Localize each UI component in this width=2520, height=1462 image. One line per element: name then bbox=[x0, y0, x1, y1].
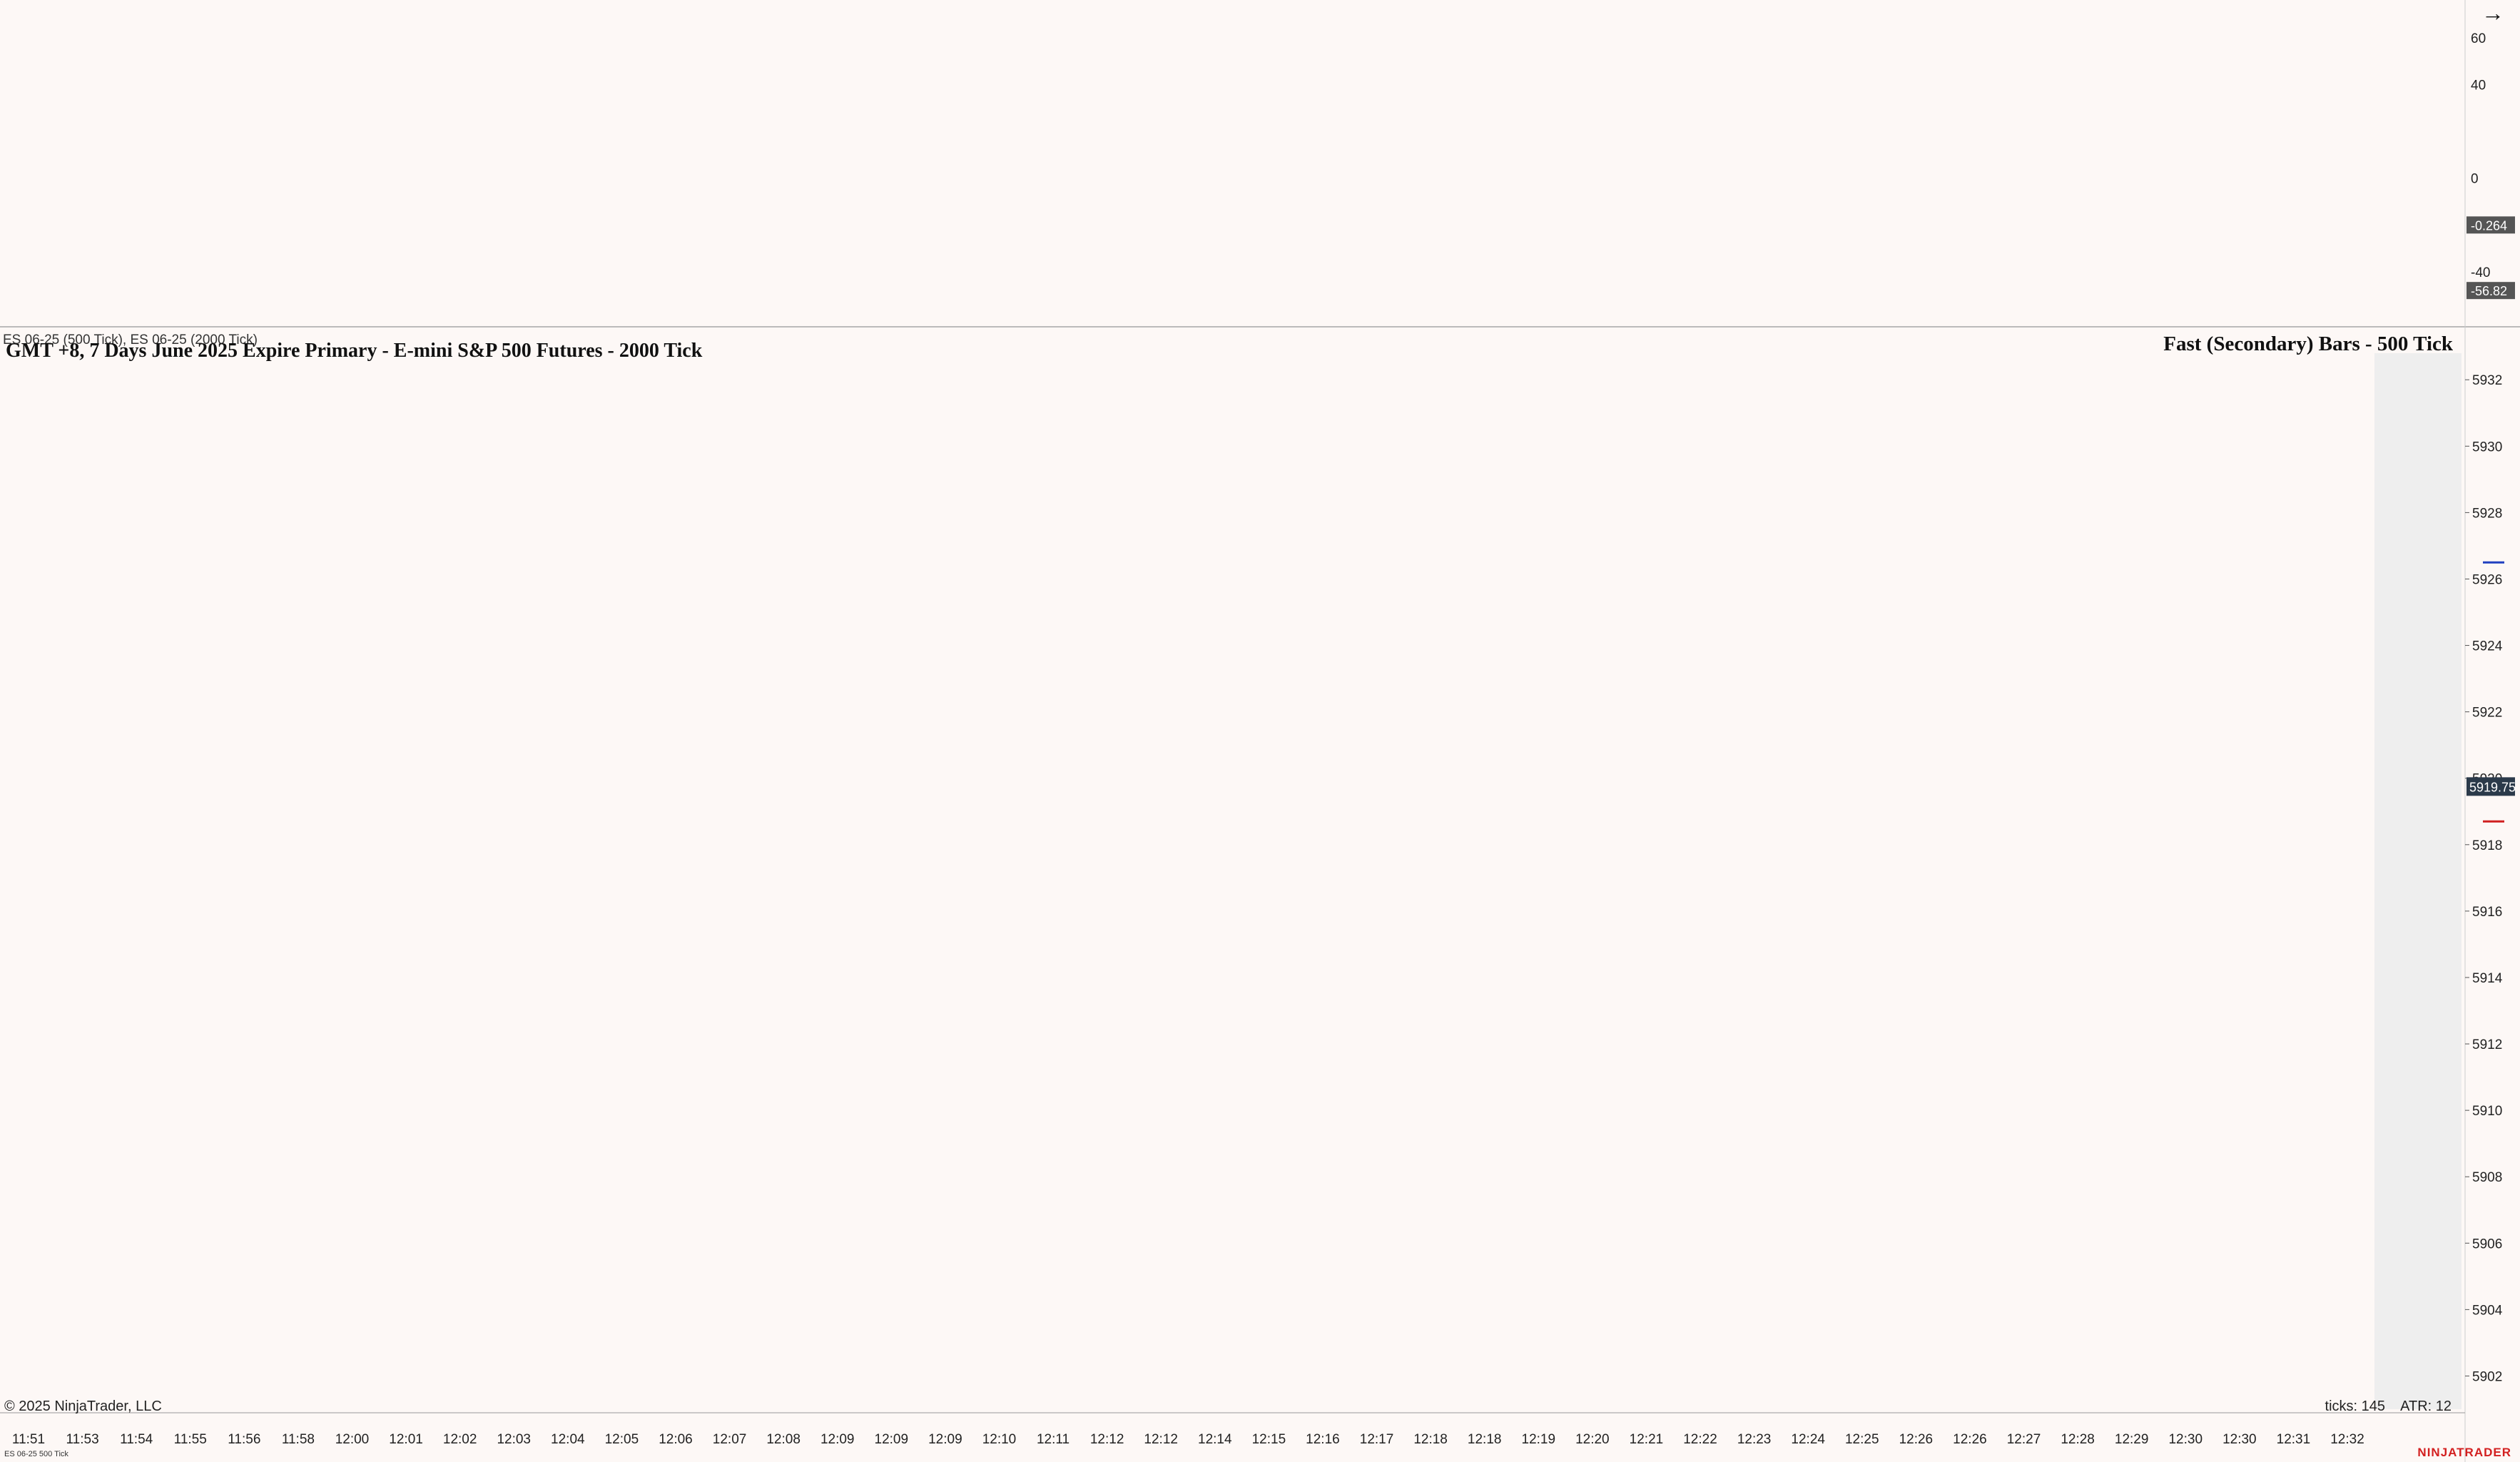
price-tick-label: 5918 bbox=[2472, 838, 2502, 853]
price-tick-label: 5930 bbox=[2472, 440, 2502, 455]
secondary-bars-title: Fast (Secondary) Bars - 500 Tick bbox=[2163, 332, 2453, 355]
osc-tick-label: -40 bbox=[2471, 265, 2490, 280]
time-tick-label: 12:26 bbox=[1953, 1432, 1987, 1447]
price-tick-label: 5916 bbox=[2472, 905, 2502, 920]
footer-stats: ticks: 145 ATR: 12 bbox=[2325, 1398, 2452, 1415]
ticks-count: ticks: 145 bbox=[2325, 1398, 2385, 1414]
time-tick-label: 12:30 bbox=[2222, 1432, 2257, 1447]
price-tick-label: 5906 bbox=[2472, 1237, 2502, 1252]
time-tick-label: 12:23 bbox=[1737, 1432, 1772, 1447]
time-tick-label: 12:02 bbox=[443, 1432, 477, 1447]
time-tick-label: 12:29 bbox=[2115, 1432, 2149, 1447]
time-tick-label: 12:24 bbox=[1791, 1432, 1825, 1447]
osc-tick-label: 0 bbox=[2471, 172, 2479, 187]
chart-canvas[interactable]: Prior openPre-HighPrior closeOR-HighR-Op… bbox=[0, 0, 2520, 1462]
time-tick-label: 12:04 bbox=[551, 1432, 585, 1447]
price-tick-label: 5902 bbox=[2472, 1369, 2502, 1384]
time-tick-label: 12:05 bbox=[605, 1432, 639, 1447]
time-tick-label: 12:15 bbox=[1252, 1432, 1286, 1447]
time-tick-label: 12:10 bbox=[982, 1432, 1017, 1447]
time-tick-label: 12:06 bbox=[659, 1432, 693, 1447]
osc-tick-label: 40 bbox=[2471, 78, 2486, 93]
axes: 60 40 0 -40 -0.264 -56.82 5932 5930 5928 5926 5924… bbox=[0, 0, 2520, 1462]
background bbox=[0, 0, 2520, 1462]
time-tick-label: 12:09 bbox=[875, 1432, 909, 1447]
price-tick-label: 5908 bbox=[2472, 1170, 2502, 1185]
time-tick-label: 11:54 bbox=[120, 1432, 153, 1447]
chart-title: GMT +8, 7 Days June 2025 Expire Primary … bbox=[6, 340, 703, 362]
time-tick-label: 12:11 bbox=[1037, 1432, 1070, 1447]
collapse-arrow-icon[interactable]: → bbox=[2481, 0, 2504, 26]
time-tick-label: 11:58 bbox=[282, 1432, 315, 1447]
time-tick-label: 12:18 bbox=[1468, 1432, 1502, 1447]
price-tick-label: 5910 bbox=[2472, 1104, 2502, 1119]
price-tick-label: 5926 bbox=[2472, 572, 2502, 587]
time-tick-label: 12:32 bbox=[2330, 1432, 2364, 1447]
time-tick-label: 12:00 bbox=[335, 1432, 370, 1447]
chart-window: Prior openPre-HighPrior closeOR-HighR-Op… bbox=[0, 0, 2520, 1462]
time-tick-label: 12:21 bbox=[1630, 1432, 1664, 1447]
time-tick-label: 12:30 bbox=[2168, 1432, 2203, 1447]
copyright: © 2025 NinjaTrader, LLC bbox=[4, 1398, 162, 1414]
time-tick-label: 12:03 bbox=[497, 1432, 531, 1447]
time-tick-label: 12:09 bbox=[928, 1432, 962, 1447]
osc-value-tag-text: -0.264 bbox=[2471, 218, 2507, 233]
time-tick-label: 12:12 bbox=[1144, 1432, 1178, 1447]
time-tick-label: 12:25 bbox=[1845, 1432, 1879, 1447]
atr-value: ATR: 12 bbox=[2400, 1398, 2452, 1414]
time-tick-label: 12:18 bbox=[1413, 1432, 1448, 1447]
price-tick-label: 5914 bbox=[2472, 971, 2503, 986]
time-tick-label: 12:17 bbox=[1360, 1432, 1394, 1447]
time-tick-label: 12:16 bbox=[1306, 1432, 1340, 1447]
price-tick-label: 5912 bbox=[2472, 1037, 2502, 1052]
time-tick-label: 11:56 bbox=[228, 1432, 260, 1447]
price-tick-label: 5904 bbox=[2472, 1303, 2503, 1318]
time-tick-label: 12:31 bbox=[2277, 1432, 2311, 1447]
time-tick-label: 12:07 bbox=[713, 1432, 747, 1447]
brand-logo: NINJATRADER bbox=[2417, 1446, 2511, 1459]
time-tick-label: 11:55 bbox=[174, 1432, 207, 1447]
osc-value-tag-text: -56.82 bbox=[2471, 284, 2507, 298]
time-tick-label: 12:12 bbox=[1090, 1432, 1124, 1447]
time-tick-label: 12:14 bbox=[1198, 1432, 1232, 1447]
last-price-text: 5919.75 bbox=[2469, 780, 2516, 794]
price-tick-label: 5932 bbox=[2472, 373, 2502, 388]
time-tick-label: 12:27 bbox=[2007, 1432, 2041, 1447]
time-tick-label: 11:53 bbox=[66, 1432, 99, 1447]
time-tick-label: 12:01 bbox=[389, 1432, 423, 1447]
time-tick-label: 12:26 bbox=[1899, 1432, 1934, 1447]
price-tick-label: 5924 bbox=[2472, 639, 2503, 654]
time-tick-label: 12:20 bbox=[1575, 1432, 1610, 1447]
time-tick-label: 12:28 bbox=[2061, 1432, 2095, 1447]
instrument-tiny-label: ES 06-25 500 Tick bbox=[4, 1450, 68, 1458]
osc-tick-label: 60 bbox=[2471, 31, 2486, 46]
future-space-shade bbox=[2374, 353, 2461, 1409]
time-tick-label: 12:08 bbox=[766, 1432, 801, 1447]
time-tick-label: 12:19 bbox=[1522, 1432, 1556, 1447]
price-tick-label: 5922 bbox=[2472, 706, 2502, 721]
time-tick-label: 12:22 bbox=[1683, 1432, 1717, 1447]
price-tick-label: 5928 bbox=[2472, 506, 2502, 521]
time-tick-label: 11:51 bbox=[12, 1432, 45, 1447]
time-tick-label: 12:09 bbox=[820, 1432, 855, 1447]
